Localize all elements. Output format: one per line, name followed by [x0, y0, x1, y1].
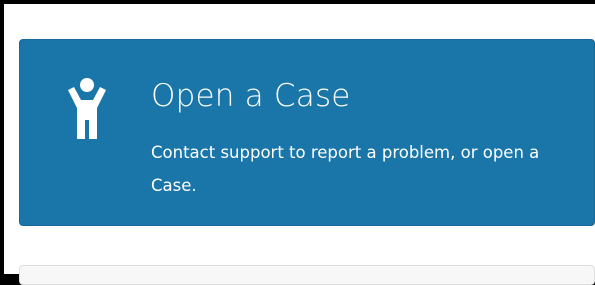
open-case-card[interactable]: Open a Case Contact support to report a …: [19, 39, 595, 226]
person-arms-up-icon: [62, 76, 112, 142]
page-frame: Open a Case Contact support to report a …: [4, 4, 595, 285]
case-title: Open a Case: [151, 78, 351, 114]
case-description: Contact support to report a problem, or …: [151, 143, 540, 195]
lower-panel: [19, 265, 595, 285]
